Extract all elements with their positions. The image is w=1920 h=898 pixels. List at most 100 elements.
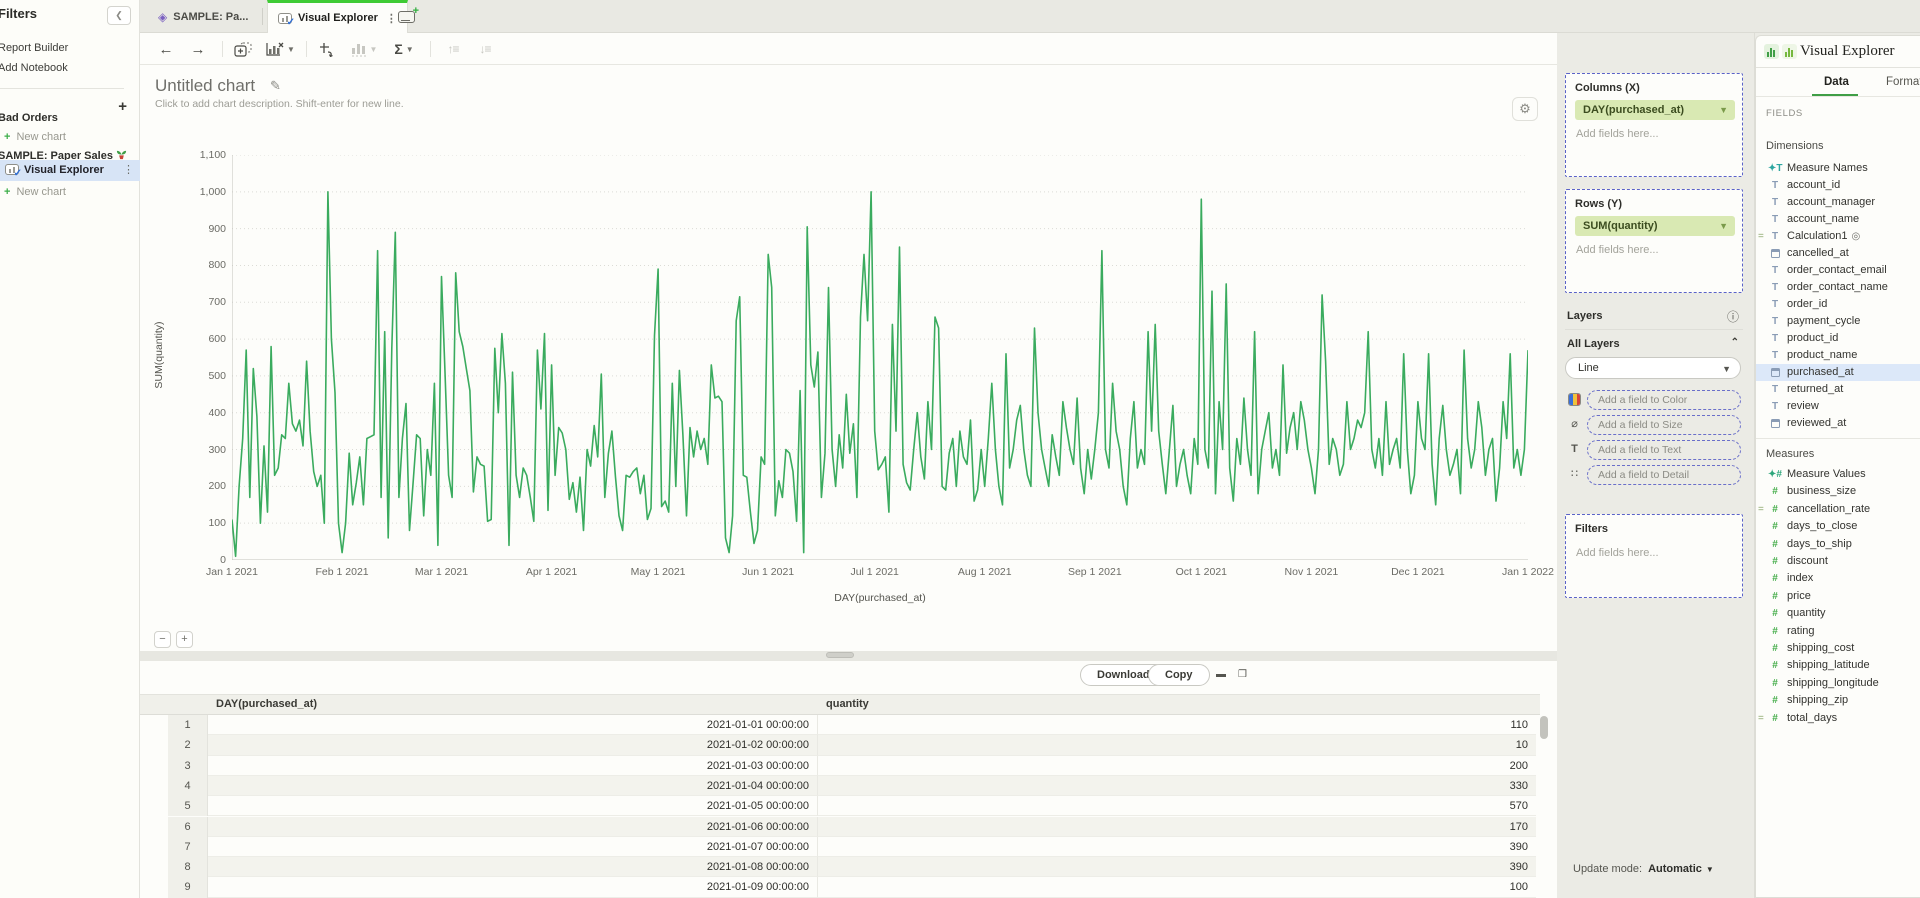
add-page-tab[interactable]: + <box>388 0 425 33</box>
cell-date[interactable]: 2021-01-08 00:00:00 <box>208 857 818 877</box>
column-header-date[interactable]: DAY(purchased_at) <box>216 698 317 710</box>
sidebar-item-report-builder[interactable]: Report Builder <box>0 42 68 54</box>
cell-quantity[interactable]: 200 <box>818 756 1536 776</box>
field-item-account-id[interactable]: Taccount_id <box>1756 177 1920 194</box>
filters-shelf[interactable]: Filters Add fields here... <box>1565 514 1743 598</box>
rows-add-fields[interactable]: Add fields here... <box>1576 244 1659 256</box>
field-item-order-id[interactable]: Torder_id <box>1756 296 1920 313</box>
expand-table-icon[interactable]: ❒ <box>1238 669 1247 680</box>
field-item-cancelled-at[interactable]: cancelled_at <box>1756 245 1920 262</box>
collapse-sidebar-button[interactable]: ❮ <box>107 6 131 25</box>
field-item-business-size[interactable]: #business_size <box>1756 483 1920 500</box>
field-item-days-to-ship[interactable]: #days_to_ship <box>1756 536 1920 553</box>
field-item-measure-values[interactable]: ✦#Measure Values <box>1756 466 1920 483</box>
sort-descending-button[interactable]: ↓≡ <box>472 38 498 60</box>
back-button[interactable]: ← <box>154 38 178 60</box>
cell-date[interactable]: 2021-01-09 00:00:00 <box>208 877 818 897</box>
field-item-days-to-close[interactable]: #days_to_close <box>1756 518 1920 535</box>
swap-axes-button[interactable] <box>314 38 340 60</box>
cell-date[interactable]: 2021-01-02 00:00:00 <box>208 735 818 755</box>
field-item-payment-cycle[interactable]: Tpayment_cycle <box>1756 313 1920 330</box>
field-item-cancellation-rate[interactable]: =#cancellation_rate <box>1756 501 1920 518</box>
aggregate-button[interactable]: Σ▼ <box>386 38 422 60</box>
all-layers-label[interactable]: All Layers <box>1567 338 1620 350</box>
field-item-order-contact-name[interactable]: Torder_contact_name <box>1756 279 1920 296</box>
cell-quantity[interactable]: 170 <box>818 817 1536 837</box>
rows-field-pill[interactable]: SUM(quantity)▼ <box>1575 216 1735 236</box>
table-row[interactable]: 42021-01-04 00:00:00330 <box>140 776 1540 796</box>
table-row[interactable]: 92021-01-09 00:00:00100 <box>140 877 1540 897</box>
field-item-shipping-latitude[interactable]: #shipping_latitude <box>1756 657 1920 674</box>
cell-quantity[interactable]: 330 <box>818 776 1536 796</box>
cell-quantity[interactable]: 390 <box>818 857 1536 877</box>
line-chart-plot[interactable] <box>232 155 1528 560</box>
tab-sample-workbook[interactable]: ◈ SAMPLE: Pa... <box>148 0 258 33</box>
collapse-table-icon[interactable]: ▬ <box>1216 669 1226 680</box>
sidebar-new-chart-1[interactable]: +New chart <box>4 131 66 143</box>
bar-style-button[interactable]: ▼ <box>346 38 382 60</box>
update-mode-control[interactable]: Update mode:Automatic▼ <box>1573 863 1714 875</box>
sort-ascending-button[interactable]: ↑≡ <box>440 38 466 60</box>
cell-date[interactable]: 2021-01-04 00:00:00 <box>208 776 818 796</box>
cell-date[interactable]: 2021-01-06 00:00:00 <box>208 817 818 837</box>
field-item-returned-at[interactable]: Treturned_at <box>1756 381 1920 398</box>
columns-shelf[interactable]: Columns (X) DAY(purchased_at)▼ Add field… <box>1565 73 1743 177</box>
field-item-price[interactable]: #price <box>1756 588 1920 605</box>
copy-button[interactable]: Copy <box>1148 664 1210 686</box>
table-row[interactable]: 12021-01-01 00:00:00110 <box>140 715 1540 735</box>
chart-description-placeholder[interactable]: Click to add chart description. Shift-en… <box>155 98 404 110</box>
info-icon[interactable]: ⓘ <box>1727 308 1739 325</box>
field-item-measure-names[interactable]: ✦TMeasure Names <box>1756 160 1920 177</box>
duplicate-chart-button[interactable] <box>230 38 256 60</box>
field-item-discount[interactable]: #discount <box>1756 553 1920 570</box>
filters-add-fields[interactable]: Add fields here... <box>1576 547 1659 559</box>
add-field-target[interactable]: Add a field to Color <box>1587 390 1741 410</box>
field-item-account-manager[interactable]: Taccount_manager <box>1756 194 1920 211</box>
field-item-shipping-longitude[interactable]: #shipping_longitude <box>1756 675 1920 692</box>
add-field-target[interactable]: Add a field to Detail <box>1587 465 1741 485</box>
add-field-target[interactable]: Add a field to Size <box>1587 415 1741 435</box>
zoom-in-button[interactable]: + <box>176 631 193 648</box>
cell-quantity[interactable]: 390 <box>818 837 1536 857</box>
columns-add-fields[interactable]: Add fields here... <box>1576 128 1659 140</box>
field-item-product-name[interactable]: Tproduct_name <box>1756 347 1920 364</box>
cell-quantity[interactable]: 100 <box>818 877 1536 897</box>
item-menu-icon[interactable]: ⋮ <box>123 163 134 176</box>
resize-handle[interactable] <box>826 652 854 658</box>
rows-shelf[interactable]: Rows (Y) SUM(quantity)▼ Add fields here.… <box>1565 189 1743 293</box>
cell-date[interactable]: 2021-01-01 00:00:00 <box>208 715 818 735</box>
collapse-chevron-icon[interactable]: ⌃ <box>1731 337 1739 348</box>
table-row[interactable]: 72021-01-07 00:00:00390 <box>140 837 1540 857</box>
tab-format[interactable]: Format <box>1886 76 1920 88</box>
chart-settings-gear-icon[interactable]: ⚙ <box>1512 97 1538 121</box>
sidebar-new-chart-2[interactable]: +New chart <box>4 186 66 198</box>
field-item-shipping-cost[interactable]: #shipping_cost <box>1756 640 1920 657</box>
pill-caret-icon[interactable]: ▼ <box>1719 100 1728 120</box>
column-header-quantity[interactable]: quantity <box>826 698 869 710</box>
zoom-out-button[interactable]: − <box>154 631 171 648</box>
sidebar-item-add-notebook[interactable]: Add Notebook <box>0 62 68 74</box>
chart-title[interactable]: Untitled chart <box>155 76 255 96</box>
add-field-target[interactable]: Add a field to Text <box>1587 440 1741 460</box>
edit-title-pencil-icon[interactable]: ✎ <box>270 78 281 94</box>
field-item-total-days[interactable]: =#total_days <box>1756 710 1920 727</box>
cell-date[interactable]: 2021-01-05 00:00:00 <box>208 796 818 816</box>
field-item-calculation1[interactable]: =TCalculation1◎ <box>1756 228 1920 245</box>
remove-chart-button[interactable]: ▼ <box>262 38 298 60</box>
sidebar-item-visual-explorer[interactable]: ✓ Visual Explorer ⋮ <box>0 160 140 181</box>
field-item-account-name[interactable]: Taccount_name <box>1756 211 1920 228</box>
table-row[interactable]: 62021-01-06 00:00:00170 <box>140 817 1540 837</box>
table-row[interactable]: 52021-01-05 00:00:00570 <box>140 796 1540 816</box>
forward-button[interactable]: → <box>186 38 210 60</box>
cell-quantity[interactable]: 10 <box>818 735 1536 755</box>
field-item-quantity[interactable]: #quantity <box>1756 605 1920 622</box>
tab-visual-explorer[interactable]: ✓ Visual Explorer ⋮ <box>267 0 408 33</box>
field-item-shipping-zip[interactable]: #shipping_zip <box>1756 692 1920 709</box>
table-row[interactable]: 22021-01-02 00:00:0010 <box>140 735 1540 755</box>
field-item-purchased-at[interactable]: purchased_at <box>1756 364 1920 381</box>
field-item-review[interactable]: Treview <box>1756 398 1920 415</box>
mark-type-select[interactable]: Line▼ <box>1565 357 1741 379</box>
cell-quantity[interactable]: 110 <box>818 715 1536 735</box>
cell-date[interactable]: 2021-01-07 00:00:00 <box>208 837 818 857</box>
pill-caret-icon[interactable]: ▼ <box>1719 216 1728 236</box>
